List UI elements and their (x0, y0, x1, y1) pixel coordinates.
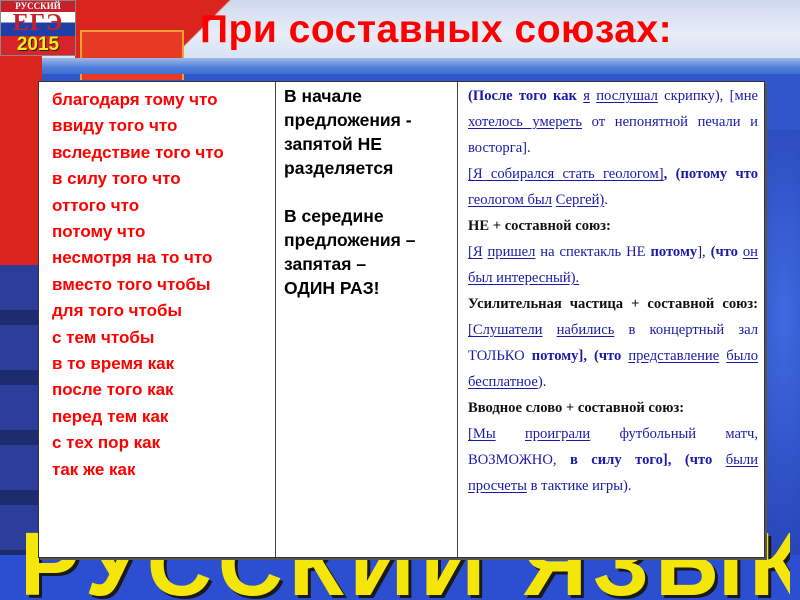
conjunction-item: с тем чтобы (52, 327, 155, 347)
rule-line: ОДИН РАЗ! (284, 278, 380, 298)
example-conjunction: (что (684, 452, 713, 468)
example-2: [Я собирался стать геологом], (потому чт… (468, 161, 758, 213)
example-text: . (604, 192, 608, 208)
example-conjunction: потому], (531, 348, 587, 364)
example-conjunction: (что (593, 348, 622, 364)
rule-line: разделяется (284, 158, 394, 178)
conjunctions-column: благодаря тому что ввиду того что вследс… (39, 82, 276, 557)
rules-column: В начале предложения - запятой НЕ раздел… (276, 82, 458, 557)
rule-line: предложения – (284, 230, 416, 250)
example-subject: я (583, 88, 590, 104)
example-subject: Сергей) (555, 192, 605, 208)
conjunction-item: в силу того что (52, 169, 181, 189)
example-subject: [Слушатели (468, 322, 543, 338)
conjunction-item: оттого что (52, 195, 140, 215)
example-5: [Мы проиграли футбольный матч, ВОЗМОЖНО,… (468, 421, 758, 499)
example-subject: [Я (468, 244, 483, 260)
conjunction-item: потому что (52, 222, 146, 242)
example-conjunction: в силу того], (569, 452, 672, 468)
example-text: в тактике игры). (530, 478, 632, 494)
example-4: [Слушатели набились в концертный зал ТОЛ… (468, 317, 758, 395)
example-subject: просчеты (468, 478, 527, 494)
conjunction-item: несмотря на то что (52, 248, 213, 268)
examples-column: (После того как я послушал скрипку), [мн… (458, 82, 764, 557)
example-predicate: набились (556, 322, 615, 338)
example-text: ], (697, 244, 706, 260)
rule-line: В середине (284, 206, 384, 226)
example-conjunction: (что (710, 244, 738, 260)
rule-line: запятая – (284, 254, 367, 274)
example-predicate: проиграли (524, 426, 591, 442)
rule-line: В начале (284, 86, 362, 106)
conjunction-item: благодаря тому что (52, 90, 218, 109)
example-conjunction: потому что (680, 166, 758, 182)
example-predicate: были (725, 452, 759, 468)
example-subject: он (742, 244, 758, 260)
rule-line: запятой НЕ (284, 134, 382, 154)
background-band (0, 58, 800, 74)
example-3: [Я пришел на спектакль НЕ потому], (что … (468, 239, 758, 291)
conjunction-item: в то время как (52, 354, 175, 374)
example-conjunction: потому (650, 244, 698, 260)
example-predicate: пришел (487, 244, 536, 260)
example-predicate: геологом был (468, 192, 552, 208)
slide-title: При составных союзах: (200, 8, 673, 51)
conjunction-item: ввиду того что (52, 116, 178, 136)
example-clause: [Я собирался стать геологом] (468, 166, 664, 182)
conjunction-item: после того как (52, 380, 174, 400)
example-subject: [Мы (468, 426, 496, 442)
header-ne-conjunction: НЕ + составной союз: (468, 218, 611, 234)
example-predicate: послушал (596, 88, 658, 104)
rule-line: предложения - (284, 110, 412, 130)
example-text: (После того как (468, 88, 577, 104)
conjunction-item: с тех пор как (52, 433, 161, 453)
logo-year: 2015 (16, 34, 60, 55)
example-subject: представление (628, 348, 720, 364)
conjunction-item: вместо того чтобы (52, 274, 211, 294)
example-comma: , (663, 166, 668, 182)
example-predicate: хотелось умереть (468, 114, 583, 130)
example-text: ). (537, 374, 547, 390)
ege-logo: РУССКИЙ ЯЗЫК ЕГЭ 2015 (0, 0, 76, 56)
header-intro-conjunction: Вводное слово + составной союз: (468, 400, 685, 416)
conjunction-item: так же как (52, 459, 136, 479)
rule-spacer (284, 180, 451, 204)
background-red-stripe (0, 55, 42, 265)
conjunction-item: перед тем как (52, 406, 169, 426)
example-text: на спектакль НЕ (540, 244, 646, 260)
logo-exam: ЕГЭ (12, 10, 64, 36)
conjunction-item: вследствие того что (52, 142, 224, 162)
example-1: (После того как я послушал скрипку), [мн… (468, 83, 758, 161)
rules-table: благодаря тому что ввиду того что вследс… (38, 81, 765, 558)
header-particle-conjunction: Усилительная частица + составной союз: (468, 296, 758, 312)
example-predicate: был интересный). (468, 270, 580, 286)
conjunction-item: для того чтобы (52, 301, 183, 321)
example-text: скрипку), [мне (664, 88, 758, 104)
